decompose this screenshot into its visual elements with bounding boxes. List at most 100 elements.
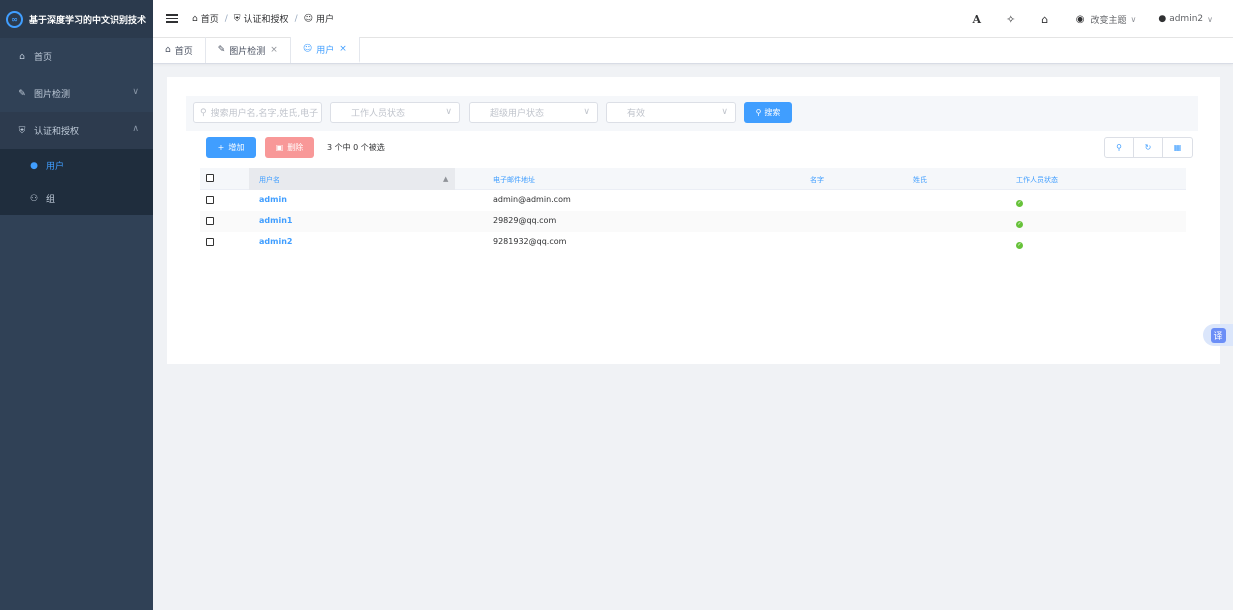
table-tools: ⚲ ↻ ▦ bbox=[1104, 137, 1193, 158]
staff-status-select[interactable]: 工作人员状态 ∨ bbox=[330, 102, 460, 123]
shield-icon: ⛨ bbox=[233, 13, 241, 24]
home-icon: ⌂ bbox=[192, 13, 198, 24]
username-link[interactable]: admin bbox=[259, 195, 287, 204]
search-button[interactable]: ⚲ 搜索 bbox=[744, 102, 792, 123]
active-select[interactable]: 有效 ∨ bbox=[606, 102, 736, 123]
sidebar-item-label: 组 bbox=[46, 195, 56, 205]
breadcrumb-item-home[interactable]: 首页 bbox=[201, 12, 219, 25]
table-row: admin1 29829@qq.com ✓ bbox=[200, 211, 1186, 232]
trash-icon: ▣ bbox=[275, 143, 284, 152]
delete-button[interactable]: ▣ 删除 bbox=[265, 137, 314, 158]
user-icon: ☺ bbox=[303, 13, 313, 24]
hamburger-icon[interactable] bbox=[166, 14, 178, 23]
tags-view: ⌂ 首页 ✎ 图片检测 × ☺ 用户 × bbox=[153, 37, 1233, 64]
row-checkbox[interactable] bbox=[206, 216, 214, 225]
top-header: ⌂ 首页 / ⛨ 认证和授权 / ☺ 用户 A ✧ ⌂ ◉ 改变主题 ∨ ● a… bbox=[153, 0, 1233, 38]
user-menu[interactable]: ● admin2 ∨ bbox=[1158, 14, 1213, 24]
staff-status-icon: ✓ bbox=[1016, 242, 1023, 249]
user-name: admin2 bbox=[1169, 14, 1204, 24]
app-logo[interactable]: ∞ 基于深度学习的中文识别技术 bbox=[0, 0, 153, 38]
sidebar-item-auth[interactable]: ⛨ 认证和授权 ∧ bbox=[0, 112, 153, 149]
sidebar-item-label: 认证和授权 bbox=[34, 127, 80, 137]
select-placeholder: 有效 bbox=[627, 109, 646, 119]
header-actions: A ✧ ⌂ ◉ 改变主题 ∨ ● admin2 ∨ bbox=[960, 0, 1233, 38]
user-icon: ● bbox=[1158, 14, 1167, 24]
sidebar-item-label: 首页 bbox=[34, 53, 53, 63]
breadcrumb: ⌂ 首页 / ⛨ 认证和授权 / ☺ 用户 bbox=[192, 12, 335, 26]
tab-label: 图片检测 bbox=[229, 46, 266, 57]
column-header-last-name[interactable]: 姓氏 bbox=[913, 175, 927, 185]
tab-label: 首页 bbox=[174, 46, 193, 57]
chevron-up-icon: ∧ bbox=[132, 124, 139, 134]
close-icon[interactable]: × bbox=[270, 45, 278, 55]
tab-home[interactable]: ⌂ 首页 bbox=[153, 37, 206, 63]
tab-image-detection[interactable]: ✎ 图片检测 × bbox=[206, 37, 291, 63]
select-all-checkbox[interactable] bbox=[206, 173, 214, 182]
pencil-icon: ✎ bbox=[217, 45, 226, 55]
chevron-down-icon: ∨ bbox=[583, 107, 590, 117]
sidebar-item-label: 用户 bbox=[46, 162, 65, 172]
sidebar-item-users[interactable]: ● 用户 bbox=[0, 149, 153, 182]
column-header-username[interactable]: 用户名 bbox=[259, 175, 280, 185]
home-icon: ⌂ bbox=[165, 45, 171, 55]
close-icon[interactable]: × bbox=[339, 44, 347, 54]
username-link[interactable]: admin2 bbox=[259, 237, 292, 246]
translate-icon: 译 bbox=[1210, 327, 1226, 343]
sidebar-item-groups[interactable]: ⚇ 组 bbox=[0, 182, 153, 215]
user-icon: ☺ bbox=[302, 44, 313, 54]
refresh-icon[interactable]: ↻ bbox=[1134, 138, 1163, 157]
select-placeholder: 工作人员状态 bbox=[351, 109, 406, 119]
user-icon: ● bbox=[30, 160, 38, 171]
logo-icon: ∞ bbox=[6, 10, 23, 28]
selection-count: 3 个中 0 个被选 bbox=[327, 143, 385, 152]
breadcrumb-separator: / bbox=[294, 13, 298, 24]
select-placeholder: 超级用户状态 bbox=[490, 109, 545, 119]
search-icon: ⚲ bbox=[200, 107, 207, 118]
chevron-down-icon: ∨ bbox=[132, 87, 139, 97]
delete-button-label: 删除 bbox=[287, 143, 304, 152]
add-button-label: 增加 bbox=[228, 143, 245, 152]
column-header-first-name[interactable]: 名字 bbox=[810, 175, 824, 185]
breadcrumb-item-auth[interactable]: 认证和授权 bbox=[244, 12, 289, 25]
sidebar-item-home[interactable]: ⌂ 首页 bbox=[0, 38, 153, 75]
chevron-down-icon: ∨ bbox=[721, 107, 728, 117]
sidebar-submenu-auth: ● 用户 ⚇ 组 bbox=[0, 149, 153, 215]
breadcrumb-item-users: 用户 bbox=[316, 15, 335, 25]
tab-label: 用户 bbox=[316, 45, 335, 56]
chevron-down-icon: ∨ bbox=[1130, 14, 1137, 24]
username-link[interactable]: admin1 bbox=[259, 216, 292, 225]
home-icon[interactable]: ⌂ bbox=[1028, 13, 1062, 26]
table-header: 用户名 ▲ 电子邮件地址 名字 姓氏 工作人员状态 bbox=[200, 168, 1186, 190]
columns-icon[interactable]: ▦ bbox=[1163, 138, 1192, 157]
add-button[interactable]: + 增加 bbox=[206, 137, 256, 158]
search-input[interactable]: ⚲ 搜索用户名,名字,姓氏,电子 bbox=[193, 102, 322, 123]
theme-switcher[interactable]: ◉ 改变主题 ∨ bbox=[1076, 13, 1137, 26]
tab-users[interactable]: ☺ 用户 × bbox=[290, 37, 360, 63]
font-size-icon[interactable]: A bbox=[960, 13, 994, 26]
users-panel: ⚲ 搜索用户名,名字,姓氏,电子 工作人员状态 ∨ 超级用户状态 ∨ 有效 ∨ … bbox=[167, 77, 1220, 364]
sidebar-item-image-detection[interactable]: ✎ 图片检测 ∨ bbox=[0, 75, 153, 112]
row-checkbox[interactable] bbox=[206, 237, 214, 246]
breadcrumb-separator: / bbox=[224, 13, 228, 24]
search-toggle-icon[interactable]: ⚲ bbox=[1105, 138, 1134, 157]
filter-bar: ⚲ 搜索用户名,名字,姓氏,电子 工作人员状态 ∨ 超级用户状态 ∨ 有效 ∨ … bbox=[186, 96, 1198, 131]
sort-asc-icon[interactable]: ▲ bbox=[443, 175, 448, 183]
column-header-email[interactable]: 电子邮件地址 bbox=[493, 175, 535, 185]
search-button-label: 搜索 bbox=[764, 108, 781, 117]
pencil-icon: ✎ bbox=[18, 88, 26, 99]
theme-label: 改变主题 bbox=[1090, 15, 1127, 26]
search-icon: ⚲ bbox=[755, 108, 762, 117]
app-title: 基于深度学习的中文识别技术 bbox=[29, 15, 147, 26]
column-header-staff-status[interactable]: 工作人员状态 bbox=[1016, 175, 1058, 185]
row-checkbox[interactable] bbox=[206, 195, 214, 204]
chevron-down-icon: ∨ bbox=[1207, 14, 1213, 24]
group-icon: ⚇ bbox=[29, 193, 39, 204]
fullscreen-icon[interactable]: ✧ bbox=[994, 13, 1028, 26]
translate-button[interactable]: 译 bbox=[1203, 324, 1233, 346]
email-cell: admin@admin.com bbox=[493, 195, 571, 204]
table-row: admin2 9281932@qq.com ✓ bbox=[200, 232, 1186, 253]
table-row: admin admin@admin.com ✓ bbox=[200, 190, 1186, 211]
plus-icon: + bbox=[217, 143, 225, 152]
superuser-status-select[interactable]: 超级用户状态 ∨ bbox=[469, 102, 598, 123]
users-table: 用户名 ▲ 电子邮件地址 名字 姓氏 工作人员状态 admin admin@ad… bbox=[200, 168, 1186, 253]
